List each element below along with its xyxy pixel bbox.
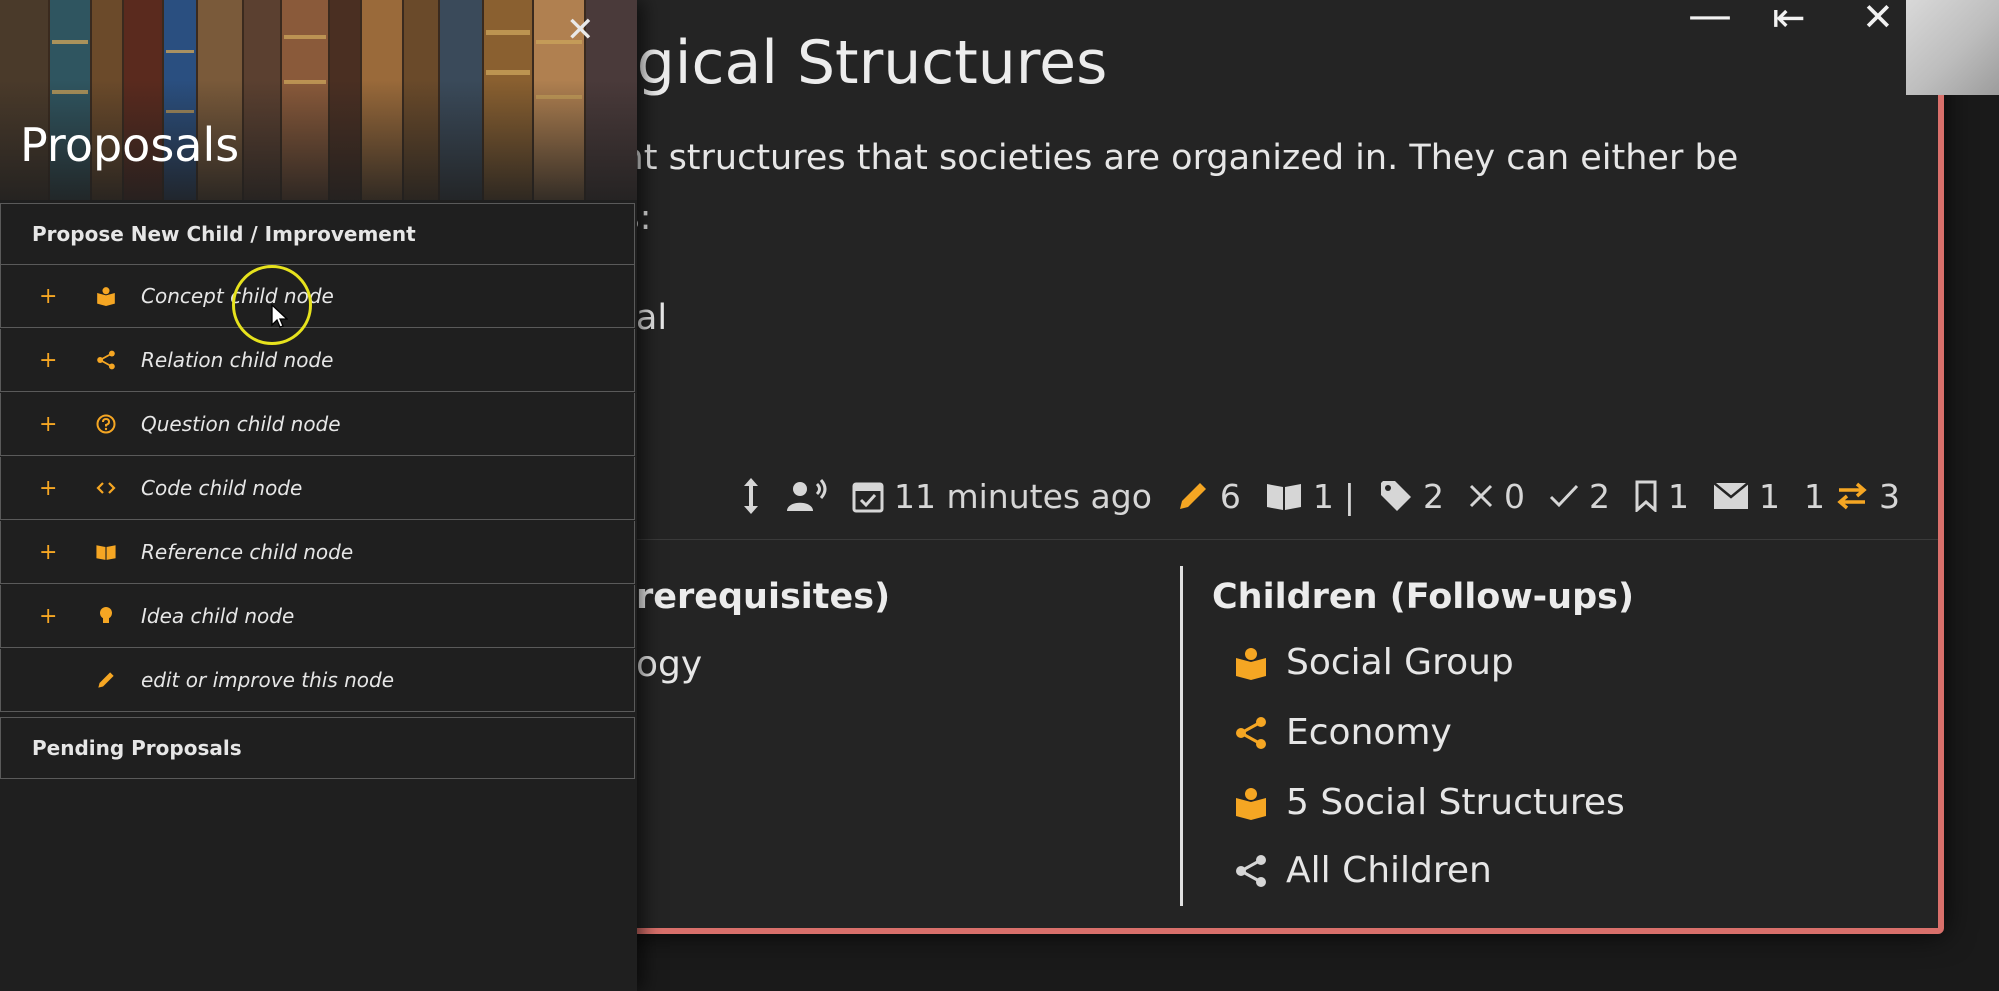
columns-divider <box>1180 566 1183 906</box>
relation-icon <box>87 350 125 370</box>
concept-icon <box>1236 647 1266 680</box>
child-label: 5 Social Structures <box>1286 782 1625 823</box>
close-sidebar-icon[interactable]: ✕ <box>566 10 595 50</box>
references-value: 1 <box>1312 476 1334 516</box>
plus-icon: + <box>39 475 58 501</box>
messages-value: 1 <box>1759 476 1781 516</box>
correct-votes-value: 2 <box>1589 476 1611 516</box>
propose-concept-button[interactable]: + Concept child node <box>0 265 635 328</box>
child-link-economy[interactable]: Economy <box>1234 712 1452 753</box>
relation-icon <box>1236 716 1266 749</box>
check-icon <box>1549 484 1579 508</box>
question-icon <box>87 414 125 434</box>
wrong-votes-value: 0 <box>1504 476 1526 516</box>
envelope-icon <box>1713 482 1749 509</box>
idea-icon <box>87 606 125 626</box>
edit-node-button[interactable]: edit or improve this node <box>0 649 635 712</box>
child-label: Economy <box>1286 712 1452 753</box>
library-banner: ✕ Proposals <box>0 0 637 200</box>
code-icon <box>87 480 125 496</box>
child-label: All Children <box>1286 850 1492 891</box>
tags-count[interactable]: 2 <box>1379 477 1444 516</box>
plus-icon: + <box>39 411 58 437</box>
proposal-label: Relation child node <box>141 348 334 372</box>
node-content-line: ent structures that societies are organi… <box>600 138 1739 178</box>
sidebar-title: Proposals <box>20 118 240 172</box>
children-heading: Children (Follow-ups) <box>1212 577 1634 617</box>
correct-votes[interactable]: 2 <box>1549 477 1610 516</box>
links-right-value: 3 <box>1879 476 1901 516</box>
content-divider <box>600 539 1938 540</box>
stats-separator: | <box>1343 476 1356 516</box>
last-updated: 11 minutes ago <box>852 477 1152 516</box>
minimize-icon[interactable]: — <box>1688 0 1732 38</box>
references-count[interactable]: 1 | <box>1265 477 1355 516</box>
messages-count[interactable]: 1 <box>1713 477 1780 516</box>
edits-count[interactable]: 6 <box>1176 477 1241 516</box>
concept-icon <box>1236 787 1266 820</box>
propose-code-button[interactable]: + Code child node <box>0 457 635 520</box>
proposal-label: Idea child node <box>141 604 295 628</box>
plus-icon: + <box>39 347 58 373</box>
proposal-label: Code child node <box>141 476 303 500</box>
proposal-label: Question child node <box>141 412 341 436</box>
calendar-check-icon <box>852 482 884 513</box>
child-link-5-social-structures[interactable]: 5 Social Structures <box>1234 782 1625 823</box>
links-left-value: 1 <box>1804 476 1826 516</box>
bookmarks-count[interactable]: 1 <box>1634 477 1689 516</box>
links-count[interactable]: 1 3 <box>1804 477 1900 516</box>
bookmark-icon <box>1635 480 1657 512</box>
parent-link[interactable]: ogy <box>636 644 702 685</box>
proposal-label: Reference child node <box>141 540 354 564</box>
pencil-icon <box>87 670 125 690</box>
propose-question-button[interactable]: + Question child node <box>0 393 635 456</box>
propose-section-header[interactable]: Propose New Child / Improvement <box>0 203 635 265</box>
pencil-icon <box>1179 483 1206 509</box>
child-link-social-group[interactable]: Social Group <box>1234 642 1514 683</box>
concept-icon <box>87 286 125 306</box>
parents-heading: rerequisites) <box>636 577 891 617</box>
swap-arrows-icon <box>1837 482 1867 510</box>
relation-icon <box>1236 854 1266 887</box>
proposal-label: edit or improve this node <box>141 668 395 692</box>
reference-icon <box>87 543 125 561</box>
plus-icon: + <box>39 603 58 629</box>
proposal-label: Concept child node <box>141 284 334 308</box>
close-icon[interactable]: ✕ <box>1862 0 1894 36</box>
narrate-icon[interactable] <box>786 478 828 514</box>
plus-icon: + <box>39 283 58 309</box>
edits-value: 6 <box>1219 476 1241 516</box>
wrong-votes[interactable]: 0 <box>1468 477 1525 516</box>
webcam-overlay <box>1906 0 1999 95</box>
propose-reference-button[interactable]: + Reference child node <box>0 521 635 584</box>
child-label: Social Group <box>1286 642 1514 683</box>
updated-text: 11 minutes ago <box>894 476 1152 516</box>
node-stats-bar: 11 minutes ago 6 1 | 2 0 2 1 1 1 3 <box>740 470 1900 522</box>
proposals-sidebar: ✕ Proposals Propose New Child / Improvem… <box>0 0 637 991</box>
propose-relation-button[interactable]: + Relation child node <box>0 329 635 392</box>
book-icon <box>1266 484 1301 510</box>
tag-icon <box>1381 481 1412 511</box>
bookmarks-value: 1 <box>1668 476 1690 516</box>
x-icon <box>1469 484 1493 508</box>
resize-icon[interactable] <box>740 476 762 516</box>
pending-proposals-header[interactable]: Pending Proposals <box>0 717 635 779</box>
child-link-all-children[interactable]: All Children <box>1234 850 1492 891</box>
propose-idea-button[interactable]: + Idea child node <box>0 585 635 648</box>
collapse-left-icon[interactable]: ⇤ <box>1772 0 1806 38</box>
tags-value: 2 <box>1423 476 1445 516</box>
plus-icon: + <box>39 539 58 565</box>
node-title: ogical Structures <box>600 28 1108 98</box>
